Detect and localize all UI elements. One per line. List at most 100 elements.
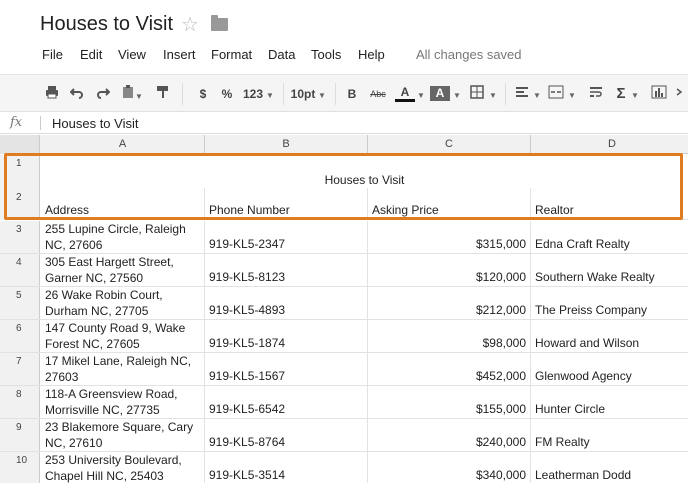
chevron-down-icon[interactable]: ▼ (630, 85, 640, 103)
folder-icon[interactable] (211, 15, 228, 31)
cell-price[interactable]: $98,000 (368, 320, 531, 352)
row-header[interactable]: 10 (0, 452, 40, 483)
row-header[interactable]: 7 (0, 353, 40, 385)
cell-phone[interactable]: 919-KL5-8764 (205, 419, 368, 451)
row-header[interactable]: 8 (0, 386, 40, 418)
cell-phone[interactable]: 919-KL5-1567 (205, 353, 368, 385)
more-icon[interactable] (673, 85, 687, 103)
menu-tools[interactable]: Tools (311, 47, 341, 62)
menu-file[interactable]: File (42, 47, 63, 62)
row-header[interactable]: 4 (0, 254, 40, 286)
cell-address[interactable]: 118-A Greensview Road, Morrisville NC, 2… (41, 386, 205, 418)
undo-icon[interactable] (69, 85, 85, 103)
cell-phone[interactable]: 919-KL5-3514 (205, 452, 368, 483)
cell-realtor[interactable]: Southern Wake Realty (531, 254, 688, 286)
cell-address[interactable]: 253 University Boulevard, Chapel Hill NC… (41, 452, 205, 483)
cell-phone[interactable]: 919-KL5-2347 (205, 221, 368, 253)
doc-title[interactable]: Houses to Visit (40, 13, 173, 36)
cell-realtor[interactable]: Glenwood Agency (531, 353, 688, 385)
menu-help[interactable]: Help (358, 47, 385, 62)
cell-price[interactable]: $315,000 (368, 221, 531, 253)
fill-color-button[interactable]: A (430, 86, 450, 101)
select-all-corner[interactable] (0, 135, 40, 154)
cell-price[interactable]: $240,000 (368, 419, 531, 451)
paste-icon[interactable]: ▼ (120, 85, 144, 103)
chevron-down-icon[interactable]: ▼ (488, 85, 498, 103)
cell-address[interactable]: 23 Blakemore Square, Cary NC, 27610 (41, 419, 205, 451)
row-header[interactable]: 1 (0, 155, 40, 188)
cell-address[interactable]: 147 County Road 9, Wake Forest NC, 27605 (41, 320, 205, 352)
row-header[interactable]: 5 (0, 287, 40, 319)
menu-data[interactable]: Data (268, 47, 295, 62)
cell-address[interactable]: 305 East Hargett Street, Garner NC, 2756… (41, 254, 205, 286)
column-header-a[interactable]: A (41, 135, 205, 154)
menu-edit[interactable]: Edit (80, 47, 102, 62)
header-price[interactable]: Asking Price (368, 188, 531, 219)
cell-price[interactable]: $120,000 (368, 254, 531, 286)
table-row: 8 118-A Greensview Road, Morrisville NC,… (0, 386, 688, 419)
toolbar-separator (335, 83, 336, 105)
align-left-icon[interactable] (513, 85, 531, 103)
cell-price[interactable]: $155,000 (368, 386, 531, 418)
borders-icon[interactable] (468, 85, 486, 103)
chevron-down-icon[interactable]: ▼ (532, 85, 542, 103)
cell-realtor[interactable]: FM Realty (531, 419, 688, 451)
menu-view[interactable]: View (118, 47, 146, 62)
sum-button[interactable]: Σ (614, 85, 628, 103)
font-size-select[interactable]: 10pt (290, 85, 316, 103)
row-header[interactable]: 3 (0, 221, 40, 253)
bold-button[interactable]: B (346, 85, 358, 103)
formula-input[interactable]: Houses to Visit (52, 116, 138, 131)
header-address[interactable]: Address (41, 188, 205, 219)
chevron-down-icon[interactable]: ▼ (317, 85, 327, 103)
menu-format[interactable]: Format (211, 47, 252, 62)
cell-realtor[interactable]: The Preiss Company (531, 287, 688, 319)
table-row: 5 26 Wake Robin Court, Durham NC, 27705 … (0, 287, 688, 320)
column-header-d[interactable]: D (531, 135, 688, 154)
table-row: 3 255 Lupine Circle, Raleigh NC, 27606 9… (0, 221, 688, 254)
cell-phone[interactable]: 919-KL5-1874 (205, 320, 368, 352)
chevron-down-icon[interactable]: ▼ (452, 85, 462, 103)
column-header-b[interactable]: B (205, 135, 368, 154)
menu-insert[interactable]: Insert (163, 47, 196, 62)
redo-icon[interactable] (95, 85, 111, 103)
cell-phone[interactable]: 919-KL5-4893 (205, 287, 368, 319)
text-color-button[interactable]: A (395, 85, 415, 102)
chevron-down-icon[interactable]: ▼ (567, 85, 577, 103)
formula-bar: fx Houses to Visit (0, 112, 688, 134)
number-format-button[interactable]: 123 (241, 85, 265, 103)
menu-bar: File Edit View Insert Format Data Tools … (0, 44, 688, 66)
chart-icon[interactable] (650, 85, 668, 103)
header-phone[interactable]: Phone Number (205, 188, 368, 219)
strikethrough-button[interactable]: Abc (368, 85, 388, 103)
cell-realtor[interactable]: Edna Craft Realty (531, 221, 688, 253)
chevron-down-icon[interactable]: ▼ (416, 85, 426, 103)
currency-button[interactable]: $ (196, 85, 210, 103)
cell-price[interactable]: $452,000 (368, 353, 531, 385)
merge-cells-icon[interactable] (547, 85, 565, 103)
row-header[interactable]: 6 (0, 320, 40, 352)
print-icon[interactable] (44, 85, 60, 103)
cell-realtor[interactable]: Howard and Wilson (531, 320, 688, 352)
chevron-down-icon[interactable]: ▼ (265, 85, 275, 103)
cell-address[interactable]: 255 Lupine Circle, Raleigh NC, 27606 (41, 221, 205, 253)
cell-realtor[interactable]: Leatherman Dodd (531, 452, 688, 483)
cell-price[interactable]: $340,000 (368, 452, 531, 483)
cell-realtor[interactable]: Hunter Circle (531, 386, 688, 418)
cell-address[interactable]: 26 Wake Robin Court, Durham NC, 27705 (41, 287, 205, 319)
cell-phone[interactable]: 919-KL5-6542 (205, 386, 368, 418)
header-realtor[interactable]: Realtor (531, 188, 688, 219)
column-header-c[interactable]: C (368, 135, 531, 154)
wrap-text-icon[interactable] (587, 85, 605, 103)
cell-phone[interactable]: 919-KL5-8123 (205, 254, 368, 286)
paint-format-icon[interactable] (155, 85, 171, 103)
sheet-title-cell[interactable]: Houses to Visit (41, 155, 688, 188)
toolbar-separator (283, 83, 284, 105)
row-header[interactable]: 2 (0, 188, 40, 220)
cell-price[interactable]: $212,000 (368, 287, 531, 319)
cell-address[interactable]: 17 Mikel Lane, Raleigh NC, 27603 (41, 353, 205, 385)
percent-button[interactable]: % (220, 85, 234, 103)
row-header[interactable]: 9 (0, 419, 40, 451)
table-row: 2 Address Phone Number Asking Price Real… (0, 188, 688, 220)
star-icon[interactable]: ☆ (181, 12, 199, 37)
